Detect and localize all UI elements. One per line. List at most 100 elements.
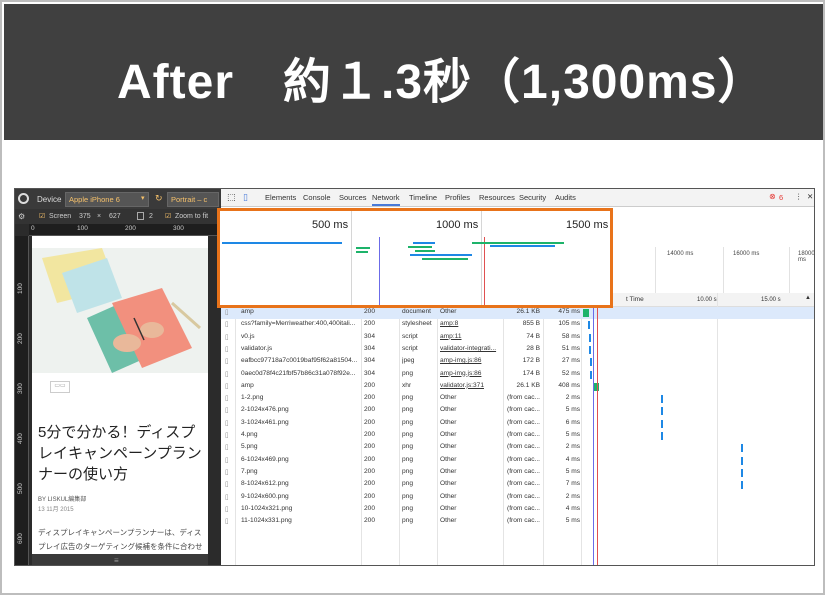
request-initiator[interactable]: Other — [440, 493, 500, 500]
article-title[interactable]: 5分で分かる！ディスプレイキャンペーンプランナーの使い方 — [38, 422, 204, 485]
tab-network[interactable]: Network — [372, 193, 400, 206]
request-initiator[interactable]: validator.js:371 — [440, 382, 500, 389]
inspect-icon[interactable]: ⬚ — [227, 192, 236, 203]
table-row[interactable]: ▯ amp 200 document Other 26.1 KB 475 ms — [221, 307, 814, 319]
request-name[interactable]: 4.png — [241, 431, 359, 438]
table-row[interactable]: ▯ 0aec0d78f4c21fbf57b86c31a078f92e... 304 p… — [221, 369, 814, 381]
table-row[interactable]: ▯ 7.png 200 png Other (from cac... 5 ms — [221, 467, 814, 479]
request-initiator[interactable]: validator-integrati... — [440, 345, 500, 352]
tab-elements[interactable]: Elements — [265, 193, 296, 202]
file-icon: ▯ — [225, 419, 229, 427]
table-row[interactable]: ▯ 2-1024x476.png 200 png Other (from cac... 5 … — [221, 405, 814, 417]
tab-profiles[interactable]: Profiles — [445, 193, 470, 202]
request-name[interactable]: amp — [241, 382, 359, 389]
request-initiator[interactable]: amp:11 — [440, 333, 500, 340]
table-row[interactable]: ▯ 10-1024x321.png 200 png Other (from cac... 4… — [221, 504, 814, 516]
request-initiator[interactable]: Other — [440, 419, 500, 426]
tab-timeline[interactable]: Timeline — [409, 193, 437, 202]
request-type: xhr — [402, 381, 412, 389]
table-row[interactable]: ▯ 11-1024x331.png 200 png Other (from cac... 5… — [221, 516, 814, 528]
close-icon[interactable]: ✕ — [807, 192, 813, 201]
request-name[interactable]: 1-2.png — [241, 394, 359, 401]
request-bar — [490, 245, 555, 247]
table-row[interactable]: ▯ 6-1024x469.png 200 png Other (from cac... 4 … — [221, 455, 814, 467]
request-name[interactable]: 7.png — [241, 468, 359, 475]
request-type: png — [402, 418, 414, 426]
table-row[interactable]: ▯ eafbcc97718a7c0019baf95f62a81504... 304 j… — [221, 356, 814, 368]
request-name[interactable]: validator.js — [241, 345, 359, 352]
request-initiator[interactable]: Other — [440, 517, 500, 524]
request-initiator[interactable]: Other — [440, 505, 500, 512]
table-row[interactable]: ▯ 8-1024x612.png 200 png Other (from cac... 7 … — [221, 479, 814, 491]
request-bar — [472, 242, 564, 244]
table-row[interactable]: ▯ css?family=Merriweather:400,400itali...… — [221, 319, 814, 331]
device-mode-icon[interactable]: ▯ — [243, 192, 248, 203]
request-initiator[interactable]: Other — [440, 480, 500, 487]
tab-resources[interactable]: Resources — [479, 193, 515, 202]
request-initiator[interactable]: Other — [440, 406, 500, 413]
tab-audits[interactable]: Audits — [555, 193, 576, 202]
tab-console[interactable]: Console — [303, 193, 331, 202]
table-row[interactable]: ▯ v0.js 304 script amp:11 74 B 58 ms — [221, 332, 814, 344]
menu-icon[interactable]: ⋮ — [795, 192, 803, 201]
table-row[interactable]: ▯ 4.png 200 png Other (from cac... 5 ms — [221, 430, 814, 442]
request-initiator[interactable]: Other — [440, 456, 500, 463]
request-initiator[interactable]: Other — [440, 468, 500, 475]
checkbox-icon[interactable]: ☑ — [39, 212, 45, 220]
request-initiator[interactable]: Other — [440, 394, 500, 401]
request-time: 5 ms — [565, 406, 580, 414]
request-size: (from cac... — [507, 504, 540, 512]
screen-width-input[interactable]: 375 — [79, 213, 91, 220]
rotate-icon[interactable]: ↻ — [155, 193, 163, 204]
request-status: 200 — [364, 492, 376, 500]
zoom-checkbox-icon[interactable]: ☑ — [165, 212, 171, 220]
request-time: 475 ms — [558, 308, 580, 315]
request-name[interactable]: 0aec0d78f4c21fbf57b86c31a078f92e... — [241, 370, 359, 377]
request-time: 5 ms — [565, 517, 580, 525]
request-name[interactable]: amp — [241, 308, 359, 315]
device-select[interactable]: Apple iPhone 6 — [65, 192, 149, 207]
request-time: 408 ms — [558, 381, 580, 389]
request-name[interactable]: 5.png — [241, 443, 359, 450]
request-initiator[interactable]: amp-img.js:86 — [440, 370, 500, 377]
mobile-page-preview[interactable]: ▭▭ 5分で分かる！ディスプレイキャンペーンプランナーの使い方 BY LISKU… — [32, 236, 208, 554]
waterfall-header[interactable]: t Time 10.00 s 15.00 s ▲ — [581, 293, 814, 307]
error-icon[interactable]: ⊗ — [769, 192, 776, 201]
request-initiator[interactable]: amp:8 — [440, 320, 500, 327]
request-name[interactable]: v0.js — [241, 333, 359, 340]
table-row[interactable]: ▯ 3-1024x461.png 200 png Other (from cac... 6 … — [221, 418, 814, 430]
table-row[interactable]: ▯ validator.js 304 script validator-integrat… — [221, 344, 814, 356]
table-row[interactable]: ▯ 9-1024x600.png 200 png Other (from cac... 2 … — [221, 492, 814, 504]
request-name[interactable]: 10-1024x321.png — [241, 505, 359, 512]
request-time: 6 ms — [565, 418, 580, 426]
device-resize-handle[interactable]: ≡ — [32, 554, 208, 565]
request-name[interactable]: 9-1024x600.png — [241, 493, 359, 500]
request-name[interactable]: eafbcc97718a7c0019baf95f62a81504... — [241, 357, 359, 364]
settings-icon[interactable]: ⚙ — [18, 212, 25, 221]
no-entry-icon[interactable] — [18, 193, 29, 204]
request-name[interactable]: 11-1024x331.png — [241, 517, 359, 524]
waterfall-bar — [741, 456, 743, 465]
orientation-select[interactable]: Portrait – c — [167, 192, 219, 207]
request-name[interactable]: 6-1024x469.png — [241, 456, 359, 463]
request-initiator[interactable]: amp-img.js:86 — [440, 357, 500, 364]
dpr-input[interactable]: 2 — [149, 213, 153, 220]
request-initiator[interactable]: Other — [440, 443, 500, 450]
request-initiator[interactable]: Other — [440, 308, 500, 315]
waterfall-bar — [741, 468, 743, 477]
request-name[interactable]: 3-1024x461.png — [241, 419, 359, 426]
request-name[interactable]: css?family=Merriweather:400,400itali... — [241, 320, 359, 327]
screen-height-input[interactable]: 627 — [109, 213, 121, 220]
tab-sources[interactable]: Sources — [339, 193, 367, 202]
request-name[interactable]: 8-1024x612.png — [241, 480, 359, 487]
tab-security[interactable]: Security — [519, 193, 546, 202]
sort-up-icon[interactable]: ▲ — [805, 295, 811, 301]
table-row[interactable]: ▯ amp 200 xhr validator.js:371 26.1 KB 408 ms — [221, 381, 814, 393]
table-row[interactable]: ▯ 1-2.png 200 png Other (from cac... 2 ms — [221, 393, 814, 405]
waterfall-bar — [588, 321, 590, 330]
share-icons[interactable]: ▭▭ — [50, 381, 70, 393]
table-row[interactable]: ▯ 5.png 200 png Other (from cac... 2 ms — [221, 442, 814, 454]
request-time: 7 ms — [565, 480, 580, 488]
request-name[interactable]: 2-1024x476.png — [241, 406, 359, 413]
request-initiator[interactable]: Other — [440, 431, 500, 438]
